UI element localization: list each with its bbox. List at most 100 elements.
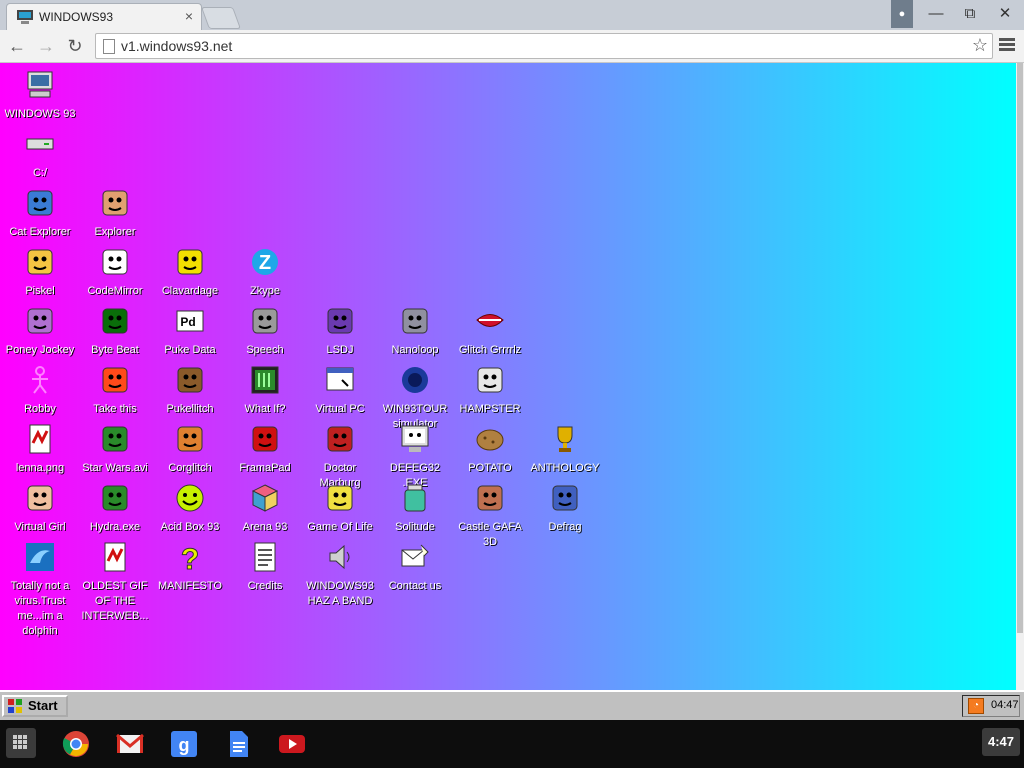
doctor-icon <box>324 423 356 455</box>
trophy-icon <box>549 423 581 455</box>
windows93-taskbar: Start ◔ 04:47 <box>0 690 1024 720</box>
tab-close-icon[interactable]: × <box>185 8 193 24</box>
google-search-icon[interactable]: g <box>170 730 198 758</box>
wizard-icon <box>99 364 131 396</box>
face-window-icon <box>99 187 131 219</box>
stickman-icon <box>24 364 56 396</box>
desktop-icon-label: Contact us <box>388 580 442 592</box>
forward-icon[interactable]: → <box>35 35 57 57</box>
rss-icon[interactable]: ◔ <box>968 698 984 714</box>
desktop-icon-label: Byte Beat <box>91 344 139 356</box>
restore-button[interactable]: ⧉ <box>953 0 987 28</box>
app-launcher-button[interactable] <box>6 728 36 758</box>
start-label: Start <box>28 698 58 713</box>
address-bar[interactable]: v1.windows93.net ☆ <box>95 33 993 59</box>
pony-icon <box>24 305 56 337</box>
desktop-icon-label: Clavardage <box>161 285 219 297</box>
corgi-icon <box>174 423 206 455</box>
image-file-icon <box>99 541 131 573</box>
unicorn-icon <box>99 246 131 278</box>
desktop-icon-label: OLDEST GIF OF THE INTERWEB... <box>81 580 149 622</box>
windows93-favicon-icon <box>17 10 33 24</box>
desktop-icon-label: Credits <box>247 580 283 592</box>
back-icon[interactable]: ← <box>6 35 28 57</box>
svg-text:?: ? <box>181 543 199 573</box>
new-tab-button[interactable] <box>200 7 242 29</box>
svg-text:Pd: Pd <box>180 315 195 329</box>
computer-icon <box>24 69 56 101</box>
image-file-icon <box>24 423 56 455</box>
tab-title: WINDOWS93 <box>39 10 114 24</box>
svg-text:g: g <box>179 735 190 755</box>
url-text: v1.windows93.net <box>121 38 233 54</box>
desktop-icon-label: HAMPSTER <box>459 403 521 415</box>
docs-icon[interactable] <box>224 730 252 758</box>
desktop-icon-label: Puke Data <box>164 344 216 356</box>
bookmark-star-icon[interactable]: ☆ <box>972 35 988 56</box>
owl-icon <box>474 364 506 396</box>
chat-face-icon <box>174 246 206 278</box>
start-button[interactable]: Start <box>2 695 68 717</box>
palette-icon <box>24 246 56 278</box>
gameboy-icon <box>324 305 356 337</box>
monitor-face-icon <box>399 423 431 455</box>
desktop-icon-label: Explorer <box>94 226 136 238</box>
hydra-icon <box>99 482 131 514</box>
desktop-icon-label: Acid Box 93 <box>160 521 220 533</box>
desktop-icon-label: Robby <box>24 403 56 415</box>
browser-toolbar: ← → ↻ v1.windows93.net ☆ <box>0 30 1024 63</box>
drive-icon <box>24 128 56 160</box>
girl-face-icon <box>24 482 56 514</box>
page-scrollbar[interactable] <box>1016 63 1024 690</box>
menu-icon[interactable] <box>999 38 1015 54</box>
taskbar-clock: 04:47 <box>991 699 1019 711</box>
desktop-icon-label: Castle GAFA 3D <box>458 521 522 548</box>
desktop-icon-label: Glitch Grrrrlz <box>458 344 522 356</box>
game-of-life-icon <box>324 482 356 514</box>
smiley-icon <box>174 482 206 514</box>
minimize-button[interactable]: — <box>919 0 953 28</box>
grid-icon <box>13 735 29 751</box>
close-button[interactable]: ✕ <box>988 0 1022 28</box>
cube-icon <box>249 482 281 514</box>
tab-strip: WINDOWS93 × ● — ⧉ ✕ <box>0 0 1024 30</box>
shelf-clock: 4:47 <box>982 728 1020 756</box>
terminal-icon <box>249 364 281 396</box>
youtube-icon[interactable] <box>278 730 306 758</box>
desktop-icon-label: Virtual PC <box>315 403 365 415</box>
user-avatar-icon[interactable]: ● <box>891 0 913 28</box>
z-logo-icon: Z <box>249 246 281 278</box>
question-icon: ? <box>174 541 206 574</box>
blob-icon <box>399 364 431 396</box>
desktop-icon-label: WINDOWS93 HAZ A BAND <box>306 580 374 607</box>
desktop-icon-label: What If? <box>244 403 286 415</box>
reload-icon[interactable]: ↻ <box>64 35 86 57</box>
speaker-icon <box>324 541 356 573</box>
notepad-icon <box>249 423 281 455</box>
desktop-icon-label: Zkype <box>250 285 280 297</box>
browser-tab[interactable]: WINDOWS93 × <box>6 3 202 30</box>
cookie-icon <box>174 364 206 396</box>
window-icon <box>324 364 356 396</box>
desktop-icon-label: Hydra.exe <box>89 521 141 533</box>
lips-icon <box>474 305 506 337</box>
desktop-icon-label: Take this <box>93 403 137 415</box>
desktop-icon-label: Solitude <box>395 521 435 533</box>
desktop-icon-label: Corglitch <box>168 462 212 474</box>
desktop-icon-label: MANIFESTO <box>158 580 222 592</box>
scrollbar-thumb[interactable] <box>1017 63 1023 633</box>
desktop-icon-label: Game Of Life <box>307 521 373 533</box>
gmail-icon[interactable] <box>116 730 144 758</box>
chrome-icon[interactable] <box>62 730 90 758</box>
desktop-icon-label: Virtual Girl <box>14 521 66 533</box>
desktop-icon-label: Defrag <box>548 521 582 533</box>
desktop-icon-label: Nanoloop <box>391 344 439 356</box>
desktop-icon-label: Piskel <box>25 285 55 297</box>
desktop-icon-label: CodeMirror <box>87 285 143 297</box>
pd-icon: Pd <box>174 305 206 337</box>
desktop-icon-label: Pukellitch <box>166 403 214 415</box>
desktop-icon-label: POTATO <box>468 462 512 474</box>
desktop-icon-label: WINDOWS 93 <box>4 108 76 120</box>
desktop-icon-label: lenna.png <box>15 462 65 474</box>
page-icon <box>103 39 115 54</box>
